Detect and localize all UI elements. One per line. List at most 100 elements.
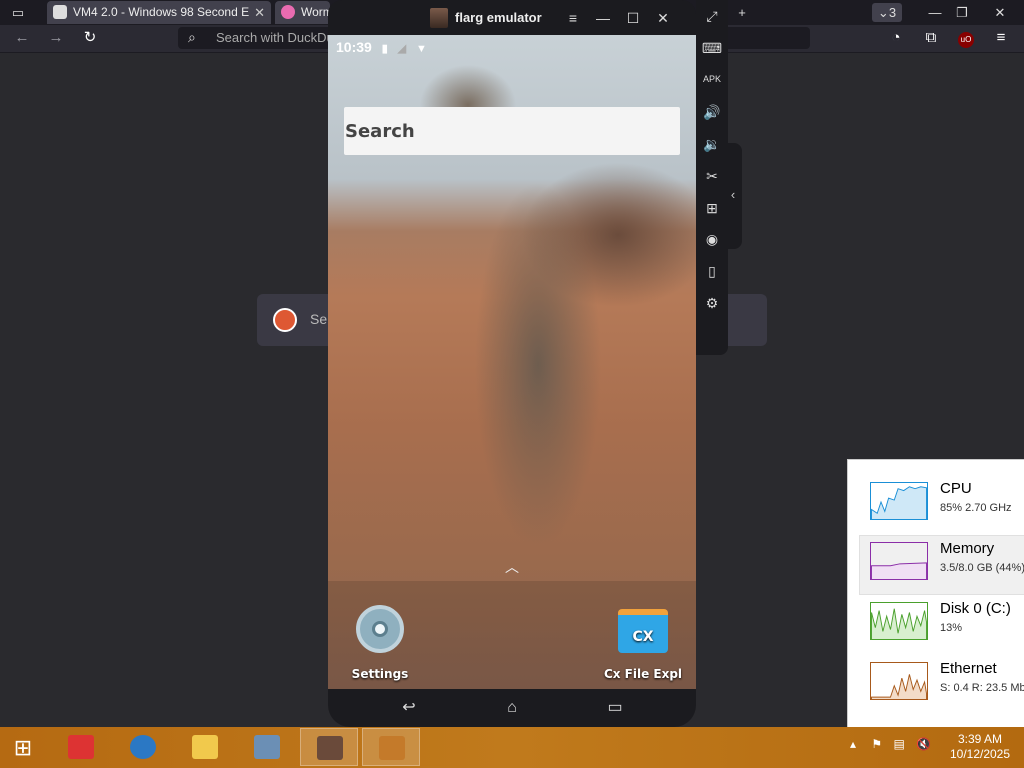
task-manager-panel: CPU 85% 2.70 GHz Memory 3.5/8.0 GB (44%)… (847, 459, 1024, 735)
taskbar-app-2[interactable] (114, 728, 172, 766)
add-window-icon[interactable]: ⊞ (700, 196, 724, 220)
settings-gear-icon (356, 605, 404, 653)
memory-graph (870, 542, 928, 580)
disk-graph (870, 602, 928, 640)
back-nav-icon[interactable]: ↩ (394, 697, 424, 719)
extensions-icon[interactable]: ⧉ (920, 28, 942, 48)
tm-value: S: 0.4 R: 23.5 Mbps (940, 682, 1024, 694)
signal-icon: ◢ (397, 43, 407, 55)
chevron-down-icon: ⌄ (877, 5, 889, 20)
windows-start-icon[interactable]: ⊞ (8, 735, 38, 761)
brick-app-icon (379, 736, 405, 760)
tab-count: 3 (888, 5, 897, 20)
status-time: 10:39 (336, 39, 372, 55)
tab-title: VM4 2.0 - Windows 98 Second E (73, 5, 250, 19)
taskbar-emulator[interactable] (300, 728, 358, 766)
tm-ethernet[interactable]: Ethernet S: 0.4 R: 23.5 Mbps (848, 656, 1024, 714)
taskbar-file-explorer[interactable] (176, 728, 234, 766)
new-tab-icon[interactable]: + (732, 3, 752, 22)
tab-list-button[interactable]: ⌄3 (872, 3, 902, 22)
tray-network-icon[interactable]: ▤ (893, 737, 904, 751)
fullscreen-icon[interactable]: ⤢ (700, 4, 724, 28)
tm-label: Disk 0 (C:) (940, 600, 1011, 617)
tm-label: Ethernet (940, 660, 997, 677)
tab-vm4[interactable]: VM4 2.0 - Windows 98 Second E ✕ (47, 1, 271, 24)
home-nav-icon[interactable]: ⌂ (497, 697, 527, 719)
firefox-view-icon[interactable]: ◔ (885, 28, 907, 48)
system-tray: ▴ ⚑ ▤ 🔇 (850, 737, 931, 751)
app-label: Cx File Expl (603, 667, 683, 681)
emulator-window: flarg emulator ≡ — ☐ ✕ 10:39 ▮ ◢ ▼ Searc… (328, 0, 696, 727)
android-screen[interactable]: 10:39 ▮ ◢ ▼ Search ︿ Settings CX Cx File… (328, 35, 696, 689)
tm-label: CPU (940, 480, 972, 497)
toolbar-collapse-tab[interactable]: ‹ (724, 143, 742, 249)
tm-value: 13% (940, 622, 963, 634)
back-icon[interactable]: ← (11, 28, 33, 48)
clock-date: 10/12/2025 (949, 747, 1011, 761)
tab-close-icon[interactable]: ✕ (254, 1, 265, 24)
emulator-title: flarg emulator (455, 10, 542, 25)
tab-worm[interactable]: Worm (275, 1, 330, 24)
taskbar-app-4[interactable] (238, 728, 296, 766)
wifi-icon: ▼ (416, 43, 427, 55)
apk-install-icon[interactable]: APK (700, 67, 724, 91)
close-window-icon[interactable]: ✕ (990, 3, 1010, 22)
cpu-graph (870, 482, 928, 520)
taskbar-app-6[interactable] (362, 728, 420, 766)
clock-time: 3:39 AM (957, 732, 1003, 746)
emulator-close-icon[interactable]: ✕ (653, 8, 673, 28)
emulator-logo-icon (430, 8, 448, 28)
ethernet-graph (870, 662, 928, 700)
emulator-app-icon (317, 736, 343, 760)
tab-overview-icon[interactable]: ▭ (8, 3, 28, 22)
battery-icon: ▮ (381, 43, 388, 55)
chevron-left-icon: ‹ (730, 187, 736, 202)
volume-down-icon[interactable]: 🔉 (700, 132, 724, 156)
recents-nav-icon[interactable]: ▭ (600, 697, 630, 719)
windows-taskbar: ⊞ ▴ ⚑ ▤ 🔇 3:39 AM 10/12/2025 (0, 727, 1024, 768)
taskbar-clock[interactable]: 3:39 AM 10/12/2025 (948, 732, 1012, 762)
red-app-icon (68, 735, 94, 759)
forward-icon[interactable]: → (45, 28, 67, 48)
page-search-placeholder: Se (310, 311, 328, 327)
tm-value: 3.5/8.0 GB (44%) (940, 562, 1024, 574)
android-search-label: Search (345, 121, 415, 142)
location-icon[interactable]: ◉ (700, 227, 724, 251)
tab-title: Worm (301, 5, 330, 19)
vm4-favicon-icon (53, 5, 67, 19)
shake-icon[interactable]: ▯ (700, 259, 724, 283)
globe-app-icon (130, 735, 156, 759)
reload-icon[interactable]: ↻ (79, 28, 101, 48)
menu-icon[interactable]: ≡ (990, 28, 1012, 48)
android-search-bar[interactable]: Search (344, 107, 680, 155)
emulator-maximize-icon[interactable]: ☐ (623, 8, 643, 28)
settings-icon[interactable]: ⚙ (700, 291, 724, 315)
worm-favicon-icon (281, 5, 295, 19)
volume-up-icon[interactable]: 🔊 (700, 100, 724, 124)
tm-disk[interactable]: Disk 0 (C:) 13% (848, 596, 1024, 654)
tm-cpu[interactable]: CPU 85% 2.70 GHz (848, 476, 1024, 534)
tm-value: 85% 2.70 GHz (940, 502, 1012, 514)
screenshot-cut-icon[interactable]: ✂ (700, 164, 724, 188)
emulator-menu-icon[interactable]: ≡ (563, 8, 583, 28)
app-drawer-chevron-icon[interactable]: ︿ (505, 557, 519, 577)
restore-icon[interactable]: ❐ (952, 3, 972, 22)
cx-file-explorer-app[interactable]: CX Cx File Expl (600, 609, 686, 681)
tray-volume-icon[interactable]: 🔇 (916, 737, 931, 751)
settings-app[interactable]: Settings (348, 605, 412, 681)
android-nav-bar: ↩ ⌂ ▭ (328, 689, 696, 727)
monitor-app-icon (254, 735, 280, 759)
minimize-icon[interactable]: — (925, 3, 945, 22)
search-icon: ⌕ (188, 29, 196, 45)
keyboard-icon[interactable]: ⌨ (700, 36, 724, 60)
taskbar-app-1[interactable] (52, 728, 110, 766)
tray-up-arrow-icon[interactable]: ▴ (850, 737, 856, 751)
duckduckgo-icon (273, 308, 297, 332)
emulator-minimize-icon[interactable]: — (593, 8, 613, 28)
status-bar: 10:39 ▮ ◢ ▼ (336, 39, 427, 55)
cx-file-explorer-icon: CX (618, 609, 668, 653)
tray-flag-icon[interactable]: ⚑ (871, 737, 882, 751)
ublock-icon[interactable]: uO (955, 28, 977, 48)
tm-memory[interactable]: Memory 3.5/8.0 GB (44%) (859, 535, 1024, 595)
folder-icon (192, 735, 218, 759)
